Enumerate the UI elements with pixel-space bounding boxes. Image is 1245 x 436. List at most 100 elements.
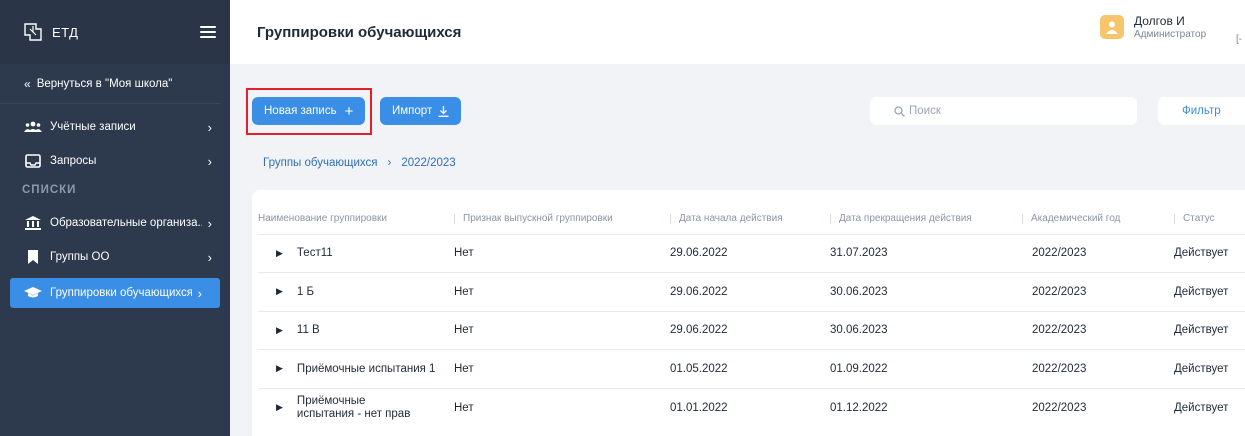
academic-year: 2022/2023 xyxy=(1022,349,1174,388)
search-placeholder: Поиск xyxy=(909,105,941,117)
search-icon xyxy=(894,105,905,117)
sidebar-item-accounts[interactable]: Учётные записи › xyxy=(0,110,230,144)
groupings-table: Наименование группировки Признак выпускн… xyxy=(258,204,1245,427)
grouping-name: 11 В xyxy=(296,324,320,337)
column-header[interactable]: Статус xyxy=(1174,204,1245,234)
chevron-right-icon: › xyxy=(207,215,212,231)
sidebar-header: ЕТД xyxy=(0,0,230,64)
filter-label: Фильтр xyxy=(1182,105,1221,117)
chevron-right-icon: › xyxy=(197,285,202,301)
import-label: Импорт xyxy=(392,105,433,117)
end-date: 30.06.2023 xyxy=(830,310,1022,350)
graduate-flag: Нет xyxy=(454,233,670,273)
sidebar-item-label: Учётные записи xyxy=(50,121,136,133)
table-row[interactable]: ▶ Приёмочные испытания - нет прав Нет 01.… xyxy=(258,387,1245,427)
logo-icon xyxy=(24,23,42,41)
grouping-name: Приёмочные испытания - нет прав xyxy=(296,394,411,420)
start-date: 29.06.2022 xyxy=(670,310,830,350)
expand-arrow-icon[interactable]: ▶ xyxy=(276,363,283,374)
chevron-right-icon: › xyxy=(207,153,212,169)
start-date: 01.05.2022 xyxy=(670,349,830,388)
table-row[interactable]: ▶ 1 Б Нет 29.06.2022 30.06.2023 2022/2023… xyxy=(258,272,1245,311)
user-icon xyxy=(1106,21,1118,34)
breadcrumb: Группы обучающихся › 2022/2023 xyxy=(263,157,456,169)
expand-arrow-icon[interactable]: ▶ xyxy=(276,248,283,259)
chevron-right-icon: › xyxy=(387,157,392,169)
bookmark-icon xyxy=(24,249,42,265)
user-extra-text: [- xyxy=(1236,34,1243,45)
plus-icon: + xyxy=(344,102,354,120)
academic-year: 2022/2023 xyxy=(1022,272,1174,311)
status: Действует xyxy=(1174,272,1245,311)
sidebar-section-title: СПИСКИ xyxy=(22,184,77,196)
table-header-row: Наименование группировки Признак выпускн… xyxy=(258,204,1245,234)
page-title: Группировки обучающихся xyxy=(257,23,462,41)
column-header[interactable]: Дата прекращения действия xyxy=(830,204,1022,234)
inbox-icon xyxy=(24,153,42,169)
sidebar-item-label: Группировки обучающихся xyxy=(50,287,192,299)
back-link-label: Вернуться в "Моя школа" xyxy=(36,77,173,90)
column-header[interactable]: Наименование группировки xyxy=(258,204,454,234)
user-role: Администратор xyxy=(1134,29,1207,40)
menu-toggle-icon[interactable] xyxy=(200,26,216,38)
table-row[interactable]: ▶ Тест11 Нет 29.06.2022 31.07.2023 2022/2… xyxy=(258,233,1245,273)
grouping-name: 1 Б xyxy=(296,285,315,298)
academic-year: 2022/2023 xyxy=(1022,310,1174,350)
end-date: 01.09.2022 xyxy=(830,349,1022,388)
sidebar-item-organizations[interactable]: Образовательные организа... › xyxy=(0,206,230,240)
status: Действует xyxy=(1174,310,1245,350)
chevron-right-icon: › xyxy=(207,249,212,265)
expand-arrow-icon[interactable]: ▶ xyxy=(276,325,283,336)
graduate-flag: Нет xyxy=(454,387,670,427)
graduate-flag: Нет xyxy=(454,310,670,350)
sidebar-item-label: Группы ОО xyxy=(50,251,110,263)
main-content: Новая запись + Импорт Поиск Фильтр ⇅ Гру… xyxy=(230,64,1245,436)
graduate-flag: Нет xyxy=(454,272,670,311)
grouping-name: Приёмочные испытания 1 xyxy=(296,362,436,375)
academic-year: 2022/2023 xyxy=(1022,387,1174,427)
user-menu[interactable]: Долгов И Администратор xyxy=(1100,14,1206,40)
status: Действует xyxy=(1174,387,1245,427)
sidebar-item-groups[interactable]: Группы ОО › xyxy=(0,240,230,274)
status: Действует xyxy=(1174,233,1245,273)
end-date: 30.06.2023 xyxy=(830,272,1022,311)
new-record-button[interactable]: Новая запись + xyxy=(252,97,366,125)
breadcrumb-item: 2022/2023 xyxy=(401,157,456,169)
user-name: Долгов И xyxy=(1134,14,1185,28)
column-header[interactable]: Дата начала действия xyxy=(670,204,830,234)
start-date: 29.06.2022 xyxy=(670,233,830,273)
grouping-name: Тест11 xyxy=(296,247,333,260)
expand-arrow-icon[interactable]: ▶ xyxy=(276,402,283,413)
top-header: Группировки обучающихся Долгов И Админис… xyxy=(230,0,1245,64)
end-date: 31.07.2023 xyxy=(830,233,1022,273)
start-date: 01.01.2022 xyxy=(670,387,830,427)
new-record-label: Новая запись xyxy=(264,105,337,117)
status: Действует xyxy=(1174,349,1245,388)
sidebar-item-student-groupings[interactable]: Группировки обучающихся › xyxy=(10,278,220,308)
back-to-school-link[interactable]: « Вернуться в "Моя школа" xyxy=(0,64,220,104)
sidebar-item-label: Образовательные организа... xyxy=(50,217,202,229)
graduation-cap-icon xyxy=(24,285,42,301)
app-name: ЕТД xyxy=(52,24,79,40)
column-header[interactable]: Признак выпускной группировки xyxy=(454,204,670,234)
breadcrumb-item[interactable]: Группы обучающихся xyxy=(263,157,378,169)
sidebar-item-requests[interactable]: Запросы › xyxy=(0,144,230,178)
academic-year: 2022/2023 xyxy=(1022,233,1174,273)
sidebar-item-label: Запросы xyxy=(50,155,97,167)
search-input[interactable]: Поиск xyxy=(870,97,1137,125)
avatar xyxy=(1100,15,1124,39)
table-card: Наименование группировки Признак выпускн… xyxy=(252,190,1245,436)
sidebar: ЕТД « Вернуться в "Моя школа" Учётные за… xyxy=(0,0,230,436)
table-row[interactable]: ▶ Приёмочные испытания 1 Нет 01.05.2022 0… xyxy=(258,349,1245,388)
graduate-flag: Нет xyxy=(454,349,670,388)
column-header[interactable]: Академический год xyxy=(1022,204,1174,234)
table-row[interactable]: ▶ 11 В Нет 29.06.2022 30.06.2023 2022/202… xyxy=(258,310,1245,350)
double-chevron-left-icon: « xyxy=(24,76,31,91)
end-date: 01.12.2022 xyxy=(830,387,1022,427)
users-icon xyxy=(24,119,42,135)
start-date: 29.06.2022 xyxy=(670,272,830,311)
import-button[interactable]: Импорт xyxy=(380,97,462,125)
expand-arrow-icon[interactable]: ▶ xyxy=(276,286,283,297)
filter-button[interactable]: Фильтр ⇅ xyxy=(1158,97,1245,125)
download-icon xyxy=(438,105,449,117)
